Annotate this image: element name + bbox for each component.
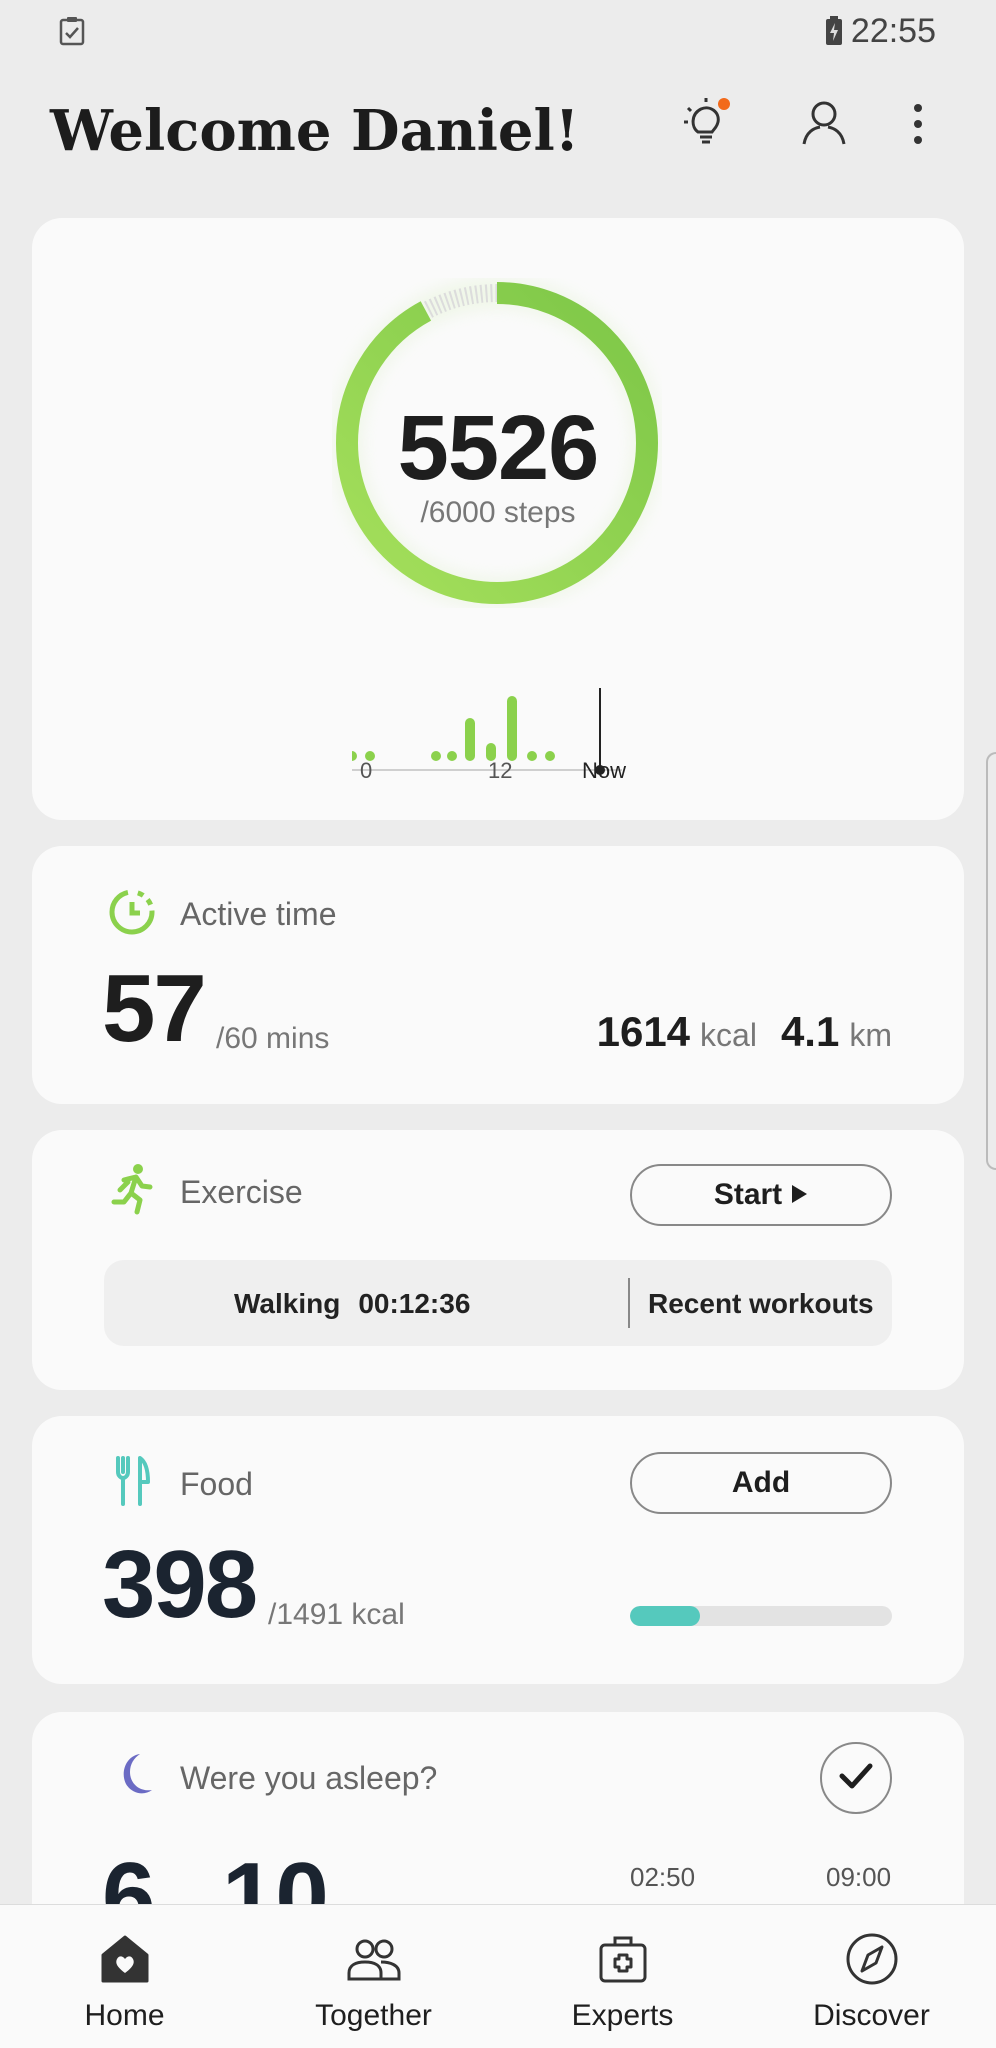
steps-card[interactable]: 5526 /6000 steps 0 12 Now <box>32 218 964 820</box>
confirm-sleep-button[interactable] <box>820 1742 892 1814</box>
hour-bar <box>527 751 537 761</box>
active-metrics: 1614 kcal 4.1 km <box>597 1008 892 1056</box>
sleep-end-time: 09:00 <box>826 1862 892 1892</box>
hour-bar <box>545 751 555 761</box>
workout-duration: 00:12:36 <box>358 1288 471 1319</box>
steps-count: 5526 <box>397 397 600 499</box>
add-label: Add <box>731 1466 791 1499</box>
notification-dot <box>718 98 730 110</box>
running-icon <box>104 1160 160 1216</box>
divider <box>628 1278 630 1328</box>
start-exercise-button[interactable]: Start <box>630 1164 892 1226</box>
active-time-title: Active time <box>180 896 337 932</box>
calories-unit: kcal <box>700 1017 757 1053</box>
exercise-title: Exercise <box>180 1174 303 1210</box>
moon-icon <box>104 1746 160 1802</box>
add-food-button[interactable]: Add <box>630 1452 892 1514</box>
home-heart-icon <box>95 1929 155 1989</box>
lightbulb-icon[interactable] <box>676 94 736 154</box>
active-goal: /60 mins <box>216 1022 330 1055</box>
hour-bar <box>447 751 457 761</box>
nav-label: Experts <box>571 1999 674 2032</box>
battery-charging-icon <box>825 16 843 46</box>
exercise-card[interactable]: Exercise Start Walking 00:12:36 Recent w… <box>32 1130 964 1390</box>
steps-goal: /6000 steps <box>420 496 576 529</box>
nav-item-experts[interactable]: Experts <box>498 1905 747 2048</box>
edge-panel-handle[interactable] <box>986 752 996 1170</box>
workout-type: Walking <box>234 1288 341 1319</box>
food-title: Food <box>180 1466 253 1502</box>
hour-bar <box>352 751 357 761</box>
nav-label: Home <box>84 1999 165 2032</box>
distance-unit: km <box>849 1017 892 1053</box>
more-vert-icon[interactable] <box>888 94 948 154</box>
recent-workouts-link[interactable]: Recent workouts <box>648 1288 874 1320</box>
people-icon <box>344 1929 404 1989</box>
header: Welcome Daniel! <box>0 62 996 192</box>
distance-value: 4.1 <box>780 1008 840 1055</box>
nav-item-discover[interactable]: Discover <box>747 1905 996 2048</box>
chart-tick-label: 0 <box>360 758 373 783</box>
food-progress-fill <box>630 1606 700 1626</box>
status-time: 22:55 <box>850 11 936 50</box>
sleep-title: Were you asleep? <box>180 1760 438 1796</box>
hour-bar <box>465 718 475 761</box>
play-icon <box>790 1178 808 1212</box>
hour-bar <box>507 696 517 761</box>
hour-bar <box>431 751 441 761</box>
food-card[interactable]: Food Add 398 /1491 kcal <box>32 1416 964 1684</box>
clipboard-check-icon <box>58 16 86 46</box>
medical-kit-icon <box>593 1929 653 1989</box>
active-minutes: 57 <box>102 955 207 1062</box>
nav-label: Together <box>315 1999 432 2032</box>
nav-item-home[interactable]: Home <box>0 1905 249 2048</box>
chart-tick-label: 12 <box>488 758 513 783</box>
food-progress-bar <box>630 1606 892 1626</box>
fork-knife-icon <box>104 1452 160 1508</box>
food-kcal: 398 <box>102 1531 258 1638</box>
active-time-card[interactable]: Active time 57 /60 mins 1614 kcal 4.1 km <box>32 846 964 1104</box>
exercise-summary-bar: Walking 00:12:36 Recent workouts <box>104 1260 892 1346</box>
timer-icon <box>104 882 160 938</box>
page-title: Welcome Daniel! <box>50 98 580 164</box>
food-goal: /1491 kcal <box>268 1598 405 1631</box>
chart-tick-label: Now <box>582 758 627 783</box>
compass-icon <box>842 1929 902 1989</box>
nav-label: Discover <box>813 1999 930 2032</box>
bottom-nav: Home Together Experts Discover <box>0 1904 996 2048</box>
nav-item-together[interactable]: Together <box>249 1905 498 2048</box>
sleep-start-time: 02:50 <box>630 1862 696 1892</box>
last-workout[interactable]: Walking 00:12:36 <box>234 1288 470 1320</box>
checkmark-icon <box>836 1756 876 1801</box>
status-bar: 22:55 <box>0 0 996 62</box>
profile-icon[interactable] <box>794 94 854 154</box>
start-label: Start <box>713 1178 783 1211</box>
calories-value: 1614 <box>596 1008 691 1055</box>
